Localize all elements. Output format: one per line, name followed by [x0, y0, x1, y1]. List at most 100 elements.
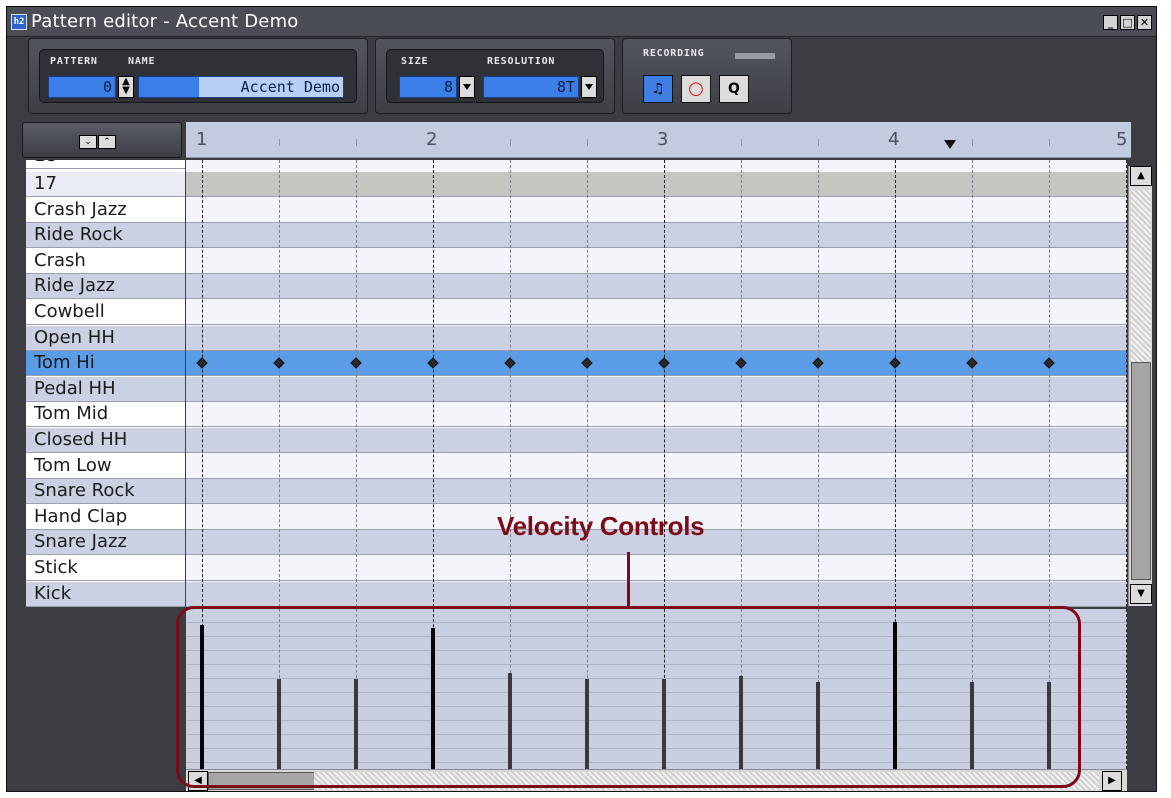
grid-row[interactable]: [186, 197, 1127, 223]
chevron-up-icon: ⌃: [103, 137, 111, 147]
ruler-tick: [741, 139, 742, 146]
ruler-tick: [279, 139, 280, 146]
instrument-row[interactable]: Snare Rock: [26, 479, 185, 505]
minimize-button[interactable]: _: [1103, 15, 1118, 30]
record-button[interactable]: ○: [681, 75, 711, 103]
ruler-tick: [356, 139, 357, 146]
instrument-row[interactable]: Stick: [26, 556, 185, 581]
pattern-label: PATTERN: [50, 56, 98, 67]
recording-panel: RECORDING ♫ ○ Q: [622, 38, 792, 114]
instrument-row[interactable]: Tom Mid: [26, 402, 185, 428]
instrument-list: 18 17Crash JazzRide RockCrashRide JazzCo…: [26, 160, 185, 607]
resolution-field[interactable]: 8T: [483, 76, 579, 98]
vertical-scrollbar[interactable]: ▲ ▼: [1128, 166, 1152, 606]
maximize-button[interactable]: □: [1120, 15, 1135, 30]
pattern-number-field[interactable]: 0: [48, 76, 116, 98]
grid-row[interactable]: [186, 325, 1127, 351]
pattern-name-field[interactable]: Accent Demo: [138, 76, 344, 98]
vertical-scroll-track[interactable]: [1131, 190, 1151, 380]
resolution-dropdown-button[interactable]: [581, 76, 597, 98]
velocity-controls-annotation: Velocity Controls: [497, 511, 705, 541]
instrument-row[interactable]: Ride Rock: [26, 223, 185, 249]
recording-indicator: [735, 53, 775, 59]
grid-row[interactable]: [186, 402, 1127, 428]
size-field[interactable]: 8: [399, 76, 457, 98]
instrument-row[interactable]: Crash Jazz: [26, 197, 185, 223]
instrument-row[interactable]: Hand Clap: [26, 504, 185, 530]
grid-line: [741, 160, 742, 607]
ruler-bar-2: 2: [426, 129, 438, 150]
size-panel: SIZE RESOLUTION 8 8T: [375, 38, 615, 114]
ruler-bar-3: 3: [657, 129, 669, 150]
scroll-right-button[interactable]: ▶: [1102, 771, 1122, 791]
ruler-bar-5: 5: [1116, 129, 1128, 150]
grid-row[interactable]: [186, 581, 1127, 607]
music-note-icon: ♫: [651, 81, 665, 97]
ruler-tick: [972, 139, 973, 146]
vertical-scroll-thumb[interactable]: [1131, 362, 1151, 580]
quantize-button[interactable]: Q: [719, 75, 749, 103]
instrument-row[interactable]: 17: [26, 172, 185, 197]
instrument-row-partial[interactable]: 18: [26, 160, 185, 169]
grid-line: [356, 160, 357, 607]
grid-line: [972, 160, 973, 607]
instrument-row[interactable]: Closed HH: [26, 428, 185, 453]
grid-row[interactable]: [186, 351, 1127, 377]
pattern-panel: PATTERN NAME 0 ▲ ▼ Accent Demo: [28, 38, 368, 114]
recording-label: RECORDING: [643, 48, 705, 59]
grid-line: [279, 160, 280, 607]
zoom-in-button[interactable]: ⌃: [98, 135, 116, 149]
grid-row[interactable]: [186, 300, 1127, 325]
scroll-up-button[interactable]: ▲: [1130, 166, 1152, 186]
annotation-highlight-box: [176, 606, 1081, 788]
instrument-row[interactable]: Cowbell: [26, 300, 185, 325]
arrow-down-icon: ▼: [1137, 588, 1145, 599]
grid-line: [1049, 160, 1050, 607]
window-title: Pattern editor - Accent Demo: [31, 11, 299, 32]
size-dropdown-button[interactable]: [459, 76, 475, 98]
arrow-right-icon: ▶: [1108, 775, 1116, 786]
grid-row[interactable]: [186, 556, 1127, 581]
ruler-tick: [510, 139, 511, 146]
timeline-ruler[interactable]: 1 2 3 4 5: [186, 122, 1131, 158]
ruler-controls: ⌄ ⌃: [22, 122, 182, 158]
pattern-number-spinner[interactable]: ▲ ▼: [118, 76, 134, 98]
grid-row[interactable]: [186, 223, 1127, 249]
instrument-row[interactable]: Pedal HH: [26, 376, 185, 402]
velocity-grid-line: [1126, 609, 1127, 769]
chevron-down-icon: ⌄: [84, 137, 92, 147]
instrument-row[interactable]: Snare Jazz: [26, 530, 185, 556]
grid-line: [202, 160, 203, 607]
grid-row[interactable]: [186, 453, 1127, 479]
grid-line: [818, 160, 819, 607]
quantize-icon: Q: [728, 81, 740, 97]
grid-line: [433, 160, 434, 607]
instrument-row[interactable]: Kick: [26, 581, 185, 607]
close-button[interactable]: ✕: [1137, 15, 1152, 30]
zoom-out-button[interactable]: ⌄: [79, 135, 97, 149]
ruler-tick: [587, 139, 588, 146]
ruler-bar-4: 4: [888, 129, 900, 150]
instrument-row[interactable]: Tom Low: [26, 453, 185, 479]
instrument-row[interactable]: Ride Jazz: [26, 274, 185, 300]
velocity-left-gutter: [26, 609, 185, 769]
instrument-row[interactable]: Crash: [26, 248, 185, 274]
instrument-row[interactable]: Open HH: [26, 325, 185, 351]
grid-row[interactable]: [186, 172, 1127, 197]
metronome-button[interactable]: ♫: [643, 75, 673, 103]
app-icon: h2: [11, 14, 27, 30]
grid-row[interactable]: [186, 428, 1127, 453]
ruler-tick: [818, 139, 819, 146]
instrument-row[interactable]: Tom Hi: [26, 351, 185, 377]
playhead-marker[interactable]: [944, 140, 957, 149]
title-bar[interactable]: h2 Pattern editor - Accent Demo _ □ ✕: [7, 7, 1156, 37]
arrow-up-icon: ▲: [1137, 170, 1145, 181]
grid-row[interactable]: [186, 248, 1127, 274]
scroll-down-button[interactable]: ▼: [1130, 584, 1152, 604]
grid-line: [1126, 160, 1127, 607]
grid-row[interactable]: [186, 479, 1127, 505]
grid-row[interactable]: [186, 376, 1127, 402]
annotation-connector: [627, 552, 630, 608]
pattern-panel-inner: PATTERN NAME 0 ▲ ▼ Accent Demo: [39, 49, 357, 103]
grid-row[interactable]: [186, 274, 1127, 300]
